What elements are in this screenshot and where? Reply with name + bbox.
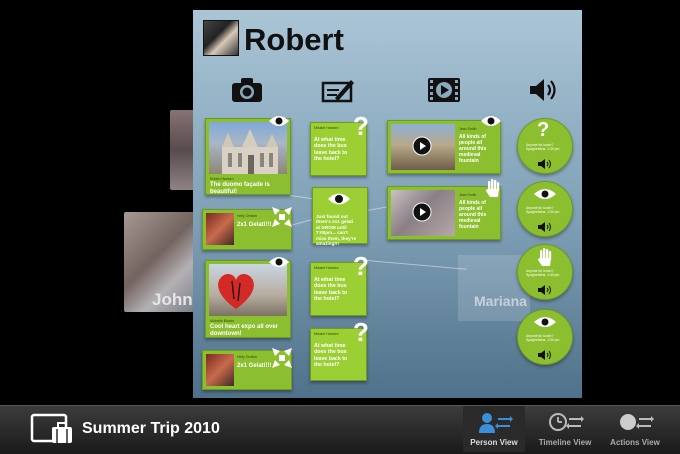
note-pen-icon[interactable] bbox=[321, 76, 355, 104]
play-button-icon[interactable] bbox=[412, 136, 432, 156]
eye-icon bbox=[534, 317, 556, 327]
eye-icon bbox=[534, 189, 556, 199]
author-name: Helly Ordsen bbox=[237, 214, 258, 218]
speaker-icon[interactable] bbox=[538, 222, 552, 232]
timeline-view-button[interactable]: Timeline View bbox=[534, 406, 596, 452]
video-card[interactable]: Jean Smith All kinds of people all aroun… bbox=[387, 186, 501, 240]
photo-card[interactable]: Michelle Blacks Cool heart expo all over… bbox=[205, 260, 291, 338]
audio-text: Anyone for lunch? Spaghetteria, 1:30 pm bbox=[526, 269, 560, 278]
author-name: Michelle Blacks bbox=[210, 319, 235, 323]
note-author: Misstel Hansen bbox=[314, 332, 339, 336]
question-icon: ? bbox=[353, 317, 369, 347]
hand-icon bbox=[486, 179, 500, 197]
author-name: Helly Ordsen bbox=[237, 355, 258, 359]
photo-caption: The duomo façade is beautiful! bbox=[210, 182, 270, 195]
photo-card[interactable]: Robert Hansen The duomo façade is beauti… bbox=[205, 118, 291, 195]
eye-icon bbox=[328, 193, 350, 205]
timeline-view-label: Timeline View bbox=[538, 438, 592, 447]
audio-bubble[interactable]: Anyone for lunch? Spaghetteria, 1:30 pm bbox=[517, 181, 573, 237]
eye-icon bbox=[481, 116, 501, 126]
person-view-icon bbox=[479, 413, 513, 433]
camera-icon[interactable] bbox=[230, 76, 264, 104]
video-card[interactable]: Jean Smith All kinds of people all aroun… bbox=[387, 120, 501, 174]
video-caption: All kinds of people all around this medi… bbox=[459, 134, 487, 164]
play-button-icon[interactable] bbox=[412, 202, 432, 222]
question-icon: ? bbox=[353, 251, 369, 281]
audio-bubble[interactable]: Anyone for lunch? Spaghetteria, 1:30 pm bbox=[517, 309, 573, 365]
ghost-person-name: John bbox=[152, 290, 193, 309]
audio-bubble[interactable]: Anyone for lunch? Spaghetteria, 1:30 pm bbox=[517, 244, 573, 300]
speaker-icon[interactable] bbox=[538, 350, 552, 360]
person-view-label: Person View bbox=[470, 438, 518, 447]
main-stage: John Mariana Robert Robert Hansen The du… bbox=[0, 0, 680, 405]
actions-view-icon bbox=[620, 414, 654, 430]
eye-icon bbox=[269, 116, 289, 126]
author-name: Jean Smith bbox=[459, 193, 477, 197]
note-text: At what time does the bus leave back to … bbox=[314, 343, 348, 368]
author-name: Jean Smith bbox=[459, 127, 477, 131]
clock-icon bbox=[549, 413, 584, 431]
heart-sculpture-image bbox=[218, 273, 254, 309]
note-text: At what time does the bus leave back to … bbox=[314, 137, 348, 162]
ghost-person-name: Mariana bbox=[474, 293, 527, 309]
note-author: Misstel Hansen bbox=[314, 266, 339, 270]
eye-icon bbox=[269, 257, 289, 267]
note-text: At what time does the bus leave back to … bbox=[314, 277, 348, 302]
audio-text: Anyone for lunch? Spaghetteria, 1:30 pm bbox=[526, 206, 560, 215]
person-view-button[interactable]: Person View bbox=[463, 406, 525, 452]
video-icon[interactable] bbox=[427, 76, 461, 104]
bottom-toolbar: Summer Trip 2010 Person View Timeline Vi… bbox=[0, 405, 680, 454]
actions-view-label: Actions View bbox=[610, 438, 660, 447]
avatar bbox=[203, 20, 239, 56]
speaker-icon[interactable] bbox=[538, 285, 552, 295]
page-title: Robert bbox=[244, 22, 344, 57]
speaker-icon[interactable] bbox=[528, 76, 562, 104]
actions-view-button[interactable]: Actions View bbox=[604, 406, 666, 452]
ghost-person-john[interactable]: John bbox=[124, 212, 194, 312]
hand-icon bbox=[538, 248, 552, 266]
note-author: Misstel Hansen bbox=[314, 126, 339, 130]
video-caption: All kinds of people all around this medi… bbox=[459, 200, 487, 230]
audio-bubble[interactable]: ? Anyone for lunch? Spaghetteria, 1:30 p… bbox=[517, 118, 573, 174]
question-icon: ? bbox=[353, 111, 369, 141]
audio-text: Anyone for lunch? Spaghetteria, 1:30 pm bbox=[526, 143, 560, 152]
question-icon: ? bbox=[537, 119, 550, 141]
trip-title: Summer Trip 2010 bbox=[82, 420, 220, 437]
duomo-image bbox=[222, 129, 278, 174]
note-text: Just found out there's 2x1 gelati at GRO… bbox=[316, 214, 357, 247]
author-name: Robert Hansen bbox=[210, 177, 234, 181]
photo-caption: Cool heart expo all over downtown! bbox=[210, 324, 279, 337]
audio-text: Anyone for lunch? Spaghetteria, 1:30 pm bbox=[526, 334, 560, 343]
speaker-icon[interactable] bbox=[538, 159, 552, 169]
trip-album-icon[interactable] bbox=[30, 413, 74, 445]
shuffle-icon bbox=[272, 348, 292, 368]
shuffle-icon bbox=[272, 207, 292, 227]
